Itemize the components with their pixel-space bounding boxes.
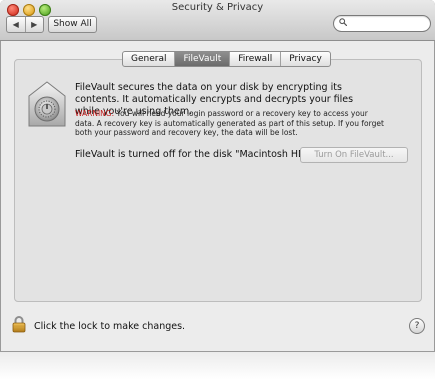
- tab-filevault[interactable]: FileVault: [174, 52, 230, 66]
- warning-label: WARNING:: [75, 109, 115, 118]
- forward-button[interactable]: ▶: [24, 17, 44, 32]
- warning-text: You will need your login password or a r…: [75, 109, 384, 137]
- tab-privacy[interactable]: Privacy: [280, 52, 330, 66]
- filevault-safe-icon: [28, 81, 66, 127]
- padlock-icon[interactable]: [12, 315, 26, 333]
- lock-hint-label: Click the lock to make changes.: [34, 321, 186, 332]
- search-field[interactable]: [333, 15, 431, 32]
- navigation-segmented-control: ◀ ▶: [6, 16, 44, 33]
- filevault-warning: WARNING: You will need your login passwo…: [75, 109, 385, 138]
- preferences-window: Security & Privacy ◀ ▶ Show All General …: [0, 0, 435, 352]
- title-bar: Security & Privacy ◀ ▶ Show All: [0, 0, 435, 41]
- tab-bar: General FileVault Firewall Privacy: [122, 51, 331, 67]
- tab-firewall[interactable]: Firewall: [229, 52, 280, 66]
- help-button[interactable]: ?: [409, 318, 425, 334]
- window-title: Security & Privacy: [171, 2, 264, 13]
- search-icon: [339, 18, 347, 26]
- tab-general[interactable]: General: [123, 52, 174, 66]
- filevault-status: FileVault is turned off for the disk "Ma…: [75, 149, 313, 160]
- back-button[interactable]: ◀: [7, 17, 25, 32]
- show-all-button[interactable]: Show All: [48, 16, 97, 33]
- turn-on-filevault-button[interactable]: Turn On FileVault...: [300, 147, 408, 163]
- window-reflection: [0, 352, 435, 380]
